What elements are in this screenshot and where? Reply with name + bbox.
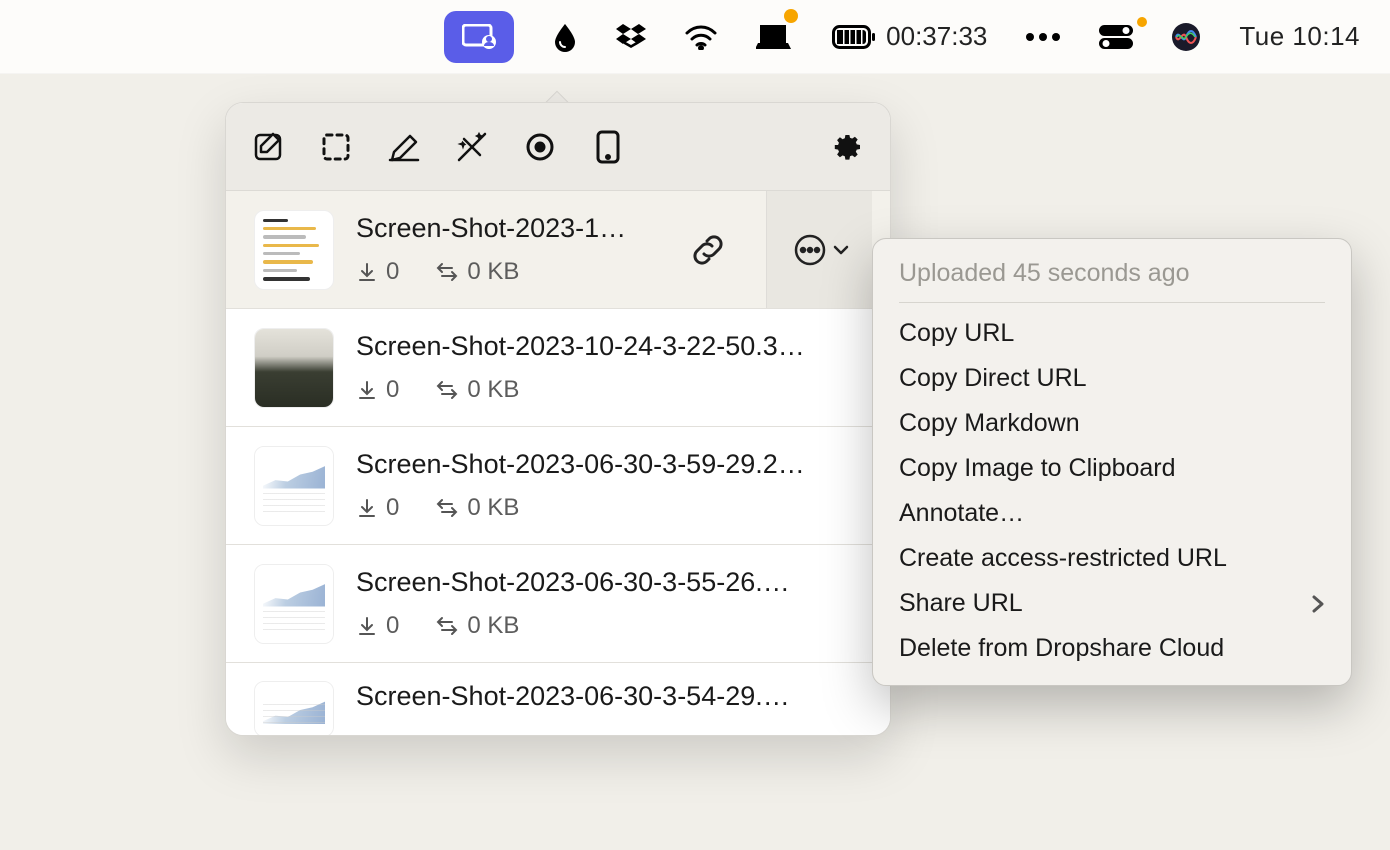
- file-size: 0 KB: [435, 612, 519, 640]
- file-name: Screen-Shot-2023-06-30-3-54-29.…: [356, 681, 870, 712]
- file-row[interactable]: Screen-Shot-2023-1… 0 0 KB: [226, 191, 890, 309]
- download-count: 0: [356, 258, 399, 286]
- file-context-menu: Uploaded 45 seconds ago Copy URL Copy Di…: [872, 238, 1352, 686]
- download-count: 0: [356, 612, 399, 640]
- menubar-display-icon[interactable]: [756, 11, 794, 63]
- file-thumbnail: [254, 210, 334, 290]
- upload-history-list: Screen-Shot-2023-1… 0 0 KB: [226, 191, 890, 736]
- battery-time-text: 00:37:33: [886, 21, 987, 52]
- copy-link-button[interactable]: [678, 220, 738, 280]
- file-meta: Screen-Shot-2023-10-24-3-22-50.3… 0 0 KB: [356, 331, 870, 404]
- ctx-copy-markdown[interactable]: Copy Markdown: [873, 401, 1351, 446]
- chevron-down-icon: [833, 242, 849, 258]
- context-menu-separator: [899, 302, 1325, 303]
- file-name: Screen-Shot-2023-1…: [356, 213, 656, 244]
- macos-menubar: 00:37:33 Tue 10:14: [0, 0, 1390, 74]
- file-size: 0 KB: [435, 258, 519, 286]
- ctx-delete[interactable]: Delete from Dropshare Cloud: [873, 626, 1351, 671]
- menubar-control-center-icon[interactable]: [1099, 11, 1133, 63]
- file-name: Screen-Shot-2023-06-30-3-59-29.2…: [356, 449, 870, 480]
- ctx-copy-url[interactable]: Copy URL: [873, 311, 1351, 356]
- download-count: 0: [356, 494, 399, 522]
- dropshare-popover: Screen-Shot-2023-1… 0 0 KB: [225, 102, 891, 736]
- file-name: Screen-Shot-2023-06-30-3-55-26.…: [356, 567, 870, 598]
- file-meta: Screen-Shot-2023-06-30-3-59-29.2… 0 0 KB: [356, 449, 870, 522]
- ctx-copy-image[interactable]: Copy Image to Clipboard: [873, 446, 1351, 491]
- menubar-drop-icon[interactable]: [552, 11, 578, 63]
- file-row[interactable]: Screen-Shot-2023-06-30-3-54-29.…: [226, 663, 890, 736]
- menubar-clock[interactable]: Tue 10:14: [1239, 11, 1360, 63]
- file-row[interactable]: Screen-Shot-2023-06-30-3-55-26.… 0 0 KB: [226, 545, 890, 663]
- settings-gear-icon[interactable]: [828, 127, 868, 167]
- magic-icon[interactable]: [452, 127, 492, 167]
- chevron-right-icon: [1311, 594, 1325, 614]
- file-thumbnail: [254, 564, 334, 644]
- file-meta: Screen-Shot-2023-06-30-3-54-29.…: [356, 681, 870, 712]
- ctx-copy-direct-url[interactable]: Copy Direct URL: [873, 356, 1351, 401]
- file-thumbnail: [254, 681, 334, 736]
- ctx-annotate[interactable]: Annotate…: [873, 491, 1351, 536]
- more-actions-button[interactable]: [766, 191, 872, 308]
- file-thumbnail: [254, 328, 334, 408]
- menubar-siri-icon[interactable]: [1171, 11, 1201, 63]
- file-name: Screen-Shot-2023-10-24-3-22-50.3…: [356, 331, 870, 362]
- compose-icon[interactable]: [248, 127, 288, 167]
- download-count: 0: [356, 376, 399, 404]
- menubar-overflow-icon[interactable]: [1025, 11, 1061, 63]
- annotate-icon[interactable]: [384, 127, 424, 167]
- file-row[interactable]: Screen-Shot-2023-06-30-3-59-29.2… 0 0 KB: [226, 427, 890, 545]
- menubar-battery[interactable]: 00:37:33: [832, 11, 987, 63]
- file-meta: Screen-Shot-2023-1… 0 0 KB: [356, 213, 656, 286]
- context-menu-header: Uploaded 45 seconds ago: [873, 251, 1351, 302]
- file-thumbnail: [254, 446, 334, 526]
- ctx-share-url[interactable]: Share URL: [873, 581, 1351, 626]
- device-icon[interactable]: [588, 127, 628, 167]
- file-meta: Screen-Shot-2023-06-30-3-55-26.… 0 0 KB: [356, 567, 870, 640]
- file-row[interactable]: Screen-Shot-2023-10-24-3-22-50.3… 0 0 KB: [226, 309, 890, 427]
- capture-region-icon[interactable]: [316, 127, 356, 167]
- menubar-app-dropshare[interactable]: [444, 11, 514, 63]
- ctx-create-restricted-url[interactable]: Create access-restricted URL: [873, 536, 1351, 581]
- record-icon[interactable]: [520, 127, 560, 167]
- file-size: 0 KB: [435, 494, 519, 522]
- file-size: 0 KB: [435, 376, 519, 404]
- popover-toolbar: [226, 103, 890, 191]
- file-row-actions: [678, 220, 744, 280]
- menubar-wifi-icon[interactable]: [684, 11, 718, 63]
- menubar-dropbox-icon[interactable]: [616, 11, 646, 63]
